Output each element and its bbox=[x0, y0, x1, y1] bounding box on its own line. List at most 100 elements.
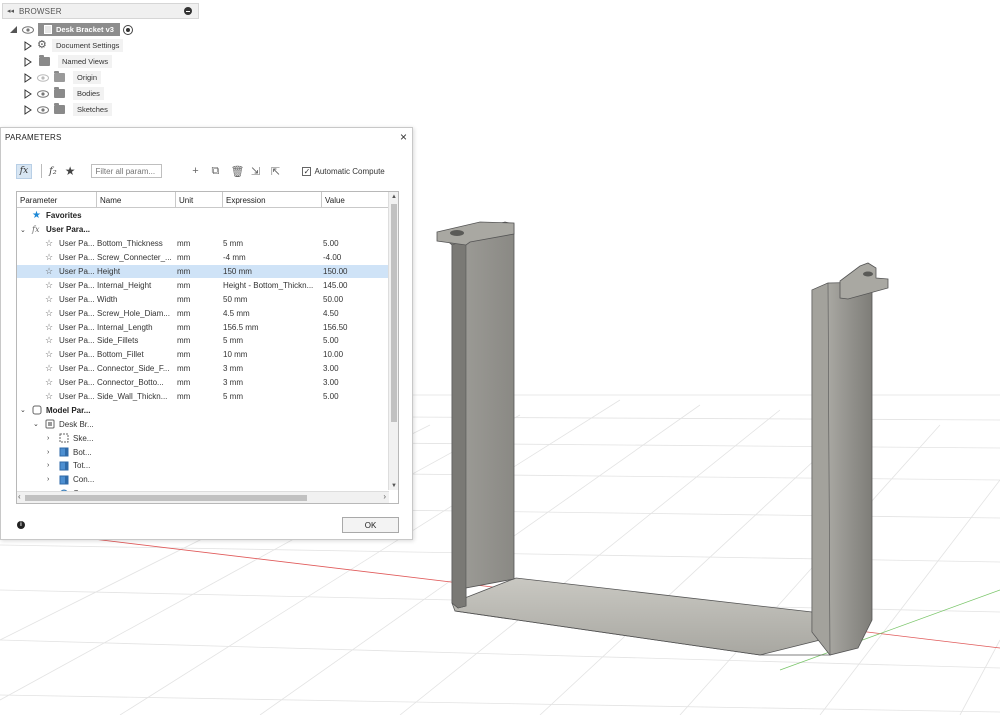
unit-cell[interactable]: mm bbox=[177, 378, 190, 387]
scroll-left-icon[interactable]: ‹ bbox=[18, 492, 21, 501]
unit-cell[interactable]: mm bbox=[177, 392, 190, 401]
column-header[interactable]: Parameter bbox=[17, 192, 97, 207]
delete-icon[interactable]: 🗑 bbox=[230, 165, 244, 178]
name-cell[interactable]: Connector_Botto... bbox=[97, 378, 173, 387]
model-child-row[interactable]: › Tot... bbox=[17, 459, 389, 473]
filter-input[interactable] bbox=[91, 164, 163, 178]
chevron-right-icon[interactable]: › bbox=[47, 476, 49, 483]
chevron-right-icon[interactable]: › bbox=[47, 449, 49, 456]
browser-item-origin[interactable]: Origin bbox=[24, 71, 102, 84]
chevron-right-icon[interactable]: › bbox=[47, 435, 49, 442]
expand-arrow-icon[interactable] bbox=[24, 56, 32, 67]
model-child-row[interactable]: › Ske... bbox=[17, 431, 389, 445]
table-row[interactable]: ☆ User Pa... Connector_Side_F... mm 3 mm 3.00 bbox=[17, 362, 389, 376]
expression-cell[interactable]: 4.5 mm bbox=[223, 309, 318, 318]
column-header[interactable]: Unit bbox=[176, 192, 223, 207]
horizontal-scrollbar[interactable]: ‹ › bbox=[17, 491, 389, 503]
model-child-row[interactable]: › Bot... bbox=[17, 445, 389, 459]
expression-cell[interactable]: 3 mm bbox=[223, 364, 318, 373]
favorite-star-icon[interactable]: ☆ bbox=[45, 266, 53, 277]
table-row[interactable]: ☆ User Pa... Side_Wall_Thickn... mm 5 mm 5.00 bbox=[17, 390, 389, 404]
expression-cell[interactable]: 5 mm bbox=[223, 392, 318, 401]
hidden-eye-icon[interactable] bbox=[37, 73, 49, 82]
favorite-star-icon[interactable]: ☆ bbox=[45, 322, 53, 333]
model-child-row[interactable]: › Con... bbox=[17, 473, 389, 487]
browser-item-bodies[interactable]: Bodies bbox=[24, 87, 104, 100]
visibility-eye-icon[interactable] bbox=[37, 105, 49, 114]
model-parameters-group-row[interactable]: ⌄ Model Par... bbox=[17, 403, 389, 417]
table-row[interactable]: ☆ User Pa... Connector_Botto... mm 3 mm 3.00 bbox=[17, 376, 389, 390]
unit-cell[interactable]: mm bbox=[177, 336, 190, 345]
favorite-star-icon[interactable]: ☆ bbox=[45, 377, 53, 388]
name-cell[interactable]: Bottom_Thickness bbox=[97, 239, 173, 248]
chevron-down-icon[interactable]: ⌄ bbox=[20, 406, 26, 414]
name-cell[interactable]: Side_Wall_Thickn... bbox=[97, 392, 173, 401]
chevron-right-icon[interactable]: › bbox=[47, 462, 49, 469]
column-header[interactable]: Name bbox=[97, 192, 176, 207]
export-icon[interactable]: ⇱ bbox=[270, 165, 280, 178]
unit-cell[interactable]: mm bbox=[177, 281, 190, 290]
vertical-scrollbar[interactable]: ▲ ▼ bbox=[388, 192, 398, 490]
table-row[interactable]: ☆ User Pa... Bottom_Fillet mm 10 mm 10.00 bbox=[17, 348, 389, 362]
name-cell[interactable]: Internal_Height bbox=[97, 281, 173, 290]
scroll-right-icon[interactable]: › bbox=[383, 492, 386, 501]
expand-arrow-icon[interactable] bbox=[24, 72, 32, 83]
name-cell[interactable]: Screw_Hole_Diam... bbox=[97, 309, 173, 318]
chevron-down-icon[interactable]: ⌄ bbox=[33, 420, 39, 428]
minimize-icon[interactable] bbox=[184, 7, 192, 15]
info-icon[interactable]: i bbox=[17, 521, 25, 529]
unit-cell[interactable]: mm bbox=[177, 323, 190, 332]
table-row[interactable]: ☆ User Pa... Internal_Length mm 156.5 mm 156.… bbox=[17, 320, 389, 334]
table-row[interactable]: ☆ User Pa... Screw_Hole_Diam... mm 4.5 mm 4.5… bbox=[17, 306, 389, 320]
close-icon[interactable]: × bbox=[400, 131, 407, 143]
fx-filter-button[interactable]: fx bbox=[16, 163, 32, 179]
copy-icon[interactable]: ⧉ bbox=[210, 165, 220, 178]
column-header[interactable]: Value bbox=[322, 192, 389, 207]
activate-component-icon[interactable] bbox=[122, 24, 133, 35]
unit-cell[interactable]: mm bbox=[177, 309, 190, 318]
collapse-panel-icon[interactable]: ◂◂ bbox=[7, 7, 19, 15]
ok-button[interactable]: OK bbox=[342, 517, 399, 533]
favorite-star-icon[interactable]: ☆ bbox=[45, 349, 53, 360]
visibility-eye-icon[interactable] bbox=[37, 89, 49, 98]
scroll-thumb[interactable] bbox=[391, 204, 397, 422]
favorite-star-icon[interactable]: ☆ bbox=[45, 335, 53, 346]
scroll-thumb[interactable] bbox=[25, 495, 307, 501]
expression-cell[interactable]: 5 mm bbox=[223, 239, 318, 248]
browser-root-node[interactable]: Desk Bracket v3 bbox=[10, 23, 133, 36]
column-header[interactable]: Expression bbox=[223, 192, 322, 207]
checkbox-icon[interactable]: ✓ bbox=[302, 166, 312, 176]
expand-arrow-icon[interactable] bbox=[24, 40, 32, 51]
favorite-star-icon[interactable]: ☆ bbox=[45, 391, 53, 402]
table-row[interactable]: ☆ User Pa... Side_Fillets mm 5 mm 5.00 bbox=[17, 334, 389, 348]
favorite-star-icon[interactable]: ☆ bbox=[45, 363, 53, 374]
user-parameters-group-row[interactable]: ⌄ fx User Para... bbox=[17, 223, 389, 237]
root-component-label[interactable]: Desk Bracket v3 bbox=[38, 23, 120, 36]
table-row[interactable]: ☆ User Pa... Height mm 150 mm 150.00 bbox=[17, 264, 389, 279]
unit-cell[interactable]: mm bbox=[177, 295, 190, 304]
table-row[interactable]: ☆ User Pa... Screw_Connecter_... mm -4 mm -4.… bbox=[17, 251, 389, 265]
browser-item-sketches[interactable]: Sketches bbox=[24, 103, 112, 116]
scroll-down-icon[interactable]: ▼ bbox=[391, 483, 397, 489]
expression-cell[interactable]: 3 mm bbox=[223, 378, 318, 387]
name-cell[interactable]: Height bbox=[97, 267, 173, 276]
scroll-up-icon[interactable]: ▲ bbox=[391, 194, 397, 200]
expression-cell[interactable]: 5 mm bbox=[223, 336, 318, 345]
unit-cell[interactable]: mm bbox=[177, 350, 190, 359]
unit-cell[interactable]: mm bbox=[177, 364, 190, 373]
expression-cell[interactable]: -4 mm bbox=[223, 253, 318, 262]
unit-cell[interactable]: mm bbox=[177, 239, 190, 248]
fx-model-filter-icon[interactable]: f₂ bbox=[49, 166, 57, 177]
expression-cell[interactable]: 156.5 mm bbox=[223, 323, 318, 332]
expression-cell[interactable]: 150 mm bbox=[223, 267, 318, 276]
chevron-down-icon[interactable]: ⌄ bbox=[20, 226, 26, 234]
visibility-eye-icon[interactable] bbox=[22, 25, 34, 34]
table-row[interactable]: ☆ User Pa... Internal_Height mm Height - Bot… bbox=[17, 278, 389, 292]
browser-item-document-settings[interactable]: ⚙ Document Settings bbox=[24, 39, 124, 52]
name-cell[interactable]: Side_Fillets bbox=[97, 336, 173, 345]
name-cell[interactable]: Connector_Side_F... bbox=[97, 364, 173, 373]
table-row[interactable]: ☆ User Pa... Bottom_Thickness mm 5 mm 5.00 bbox=[17, 237, 389, 251]
favorite-star-icon[interactable]: ☆ bbox=[45, 238, 53, 249]
name-cell[interactable]: Width bbox=[97, 295, 173, 304]
table-row[interactable]: ☆ User Pa... Width mm 50 mm 50.00 bbox=[17, 292, 389, 306]
